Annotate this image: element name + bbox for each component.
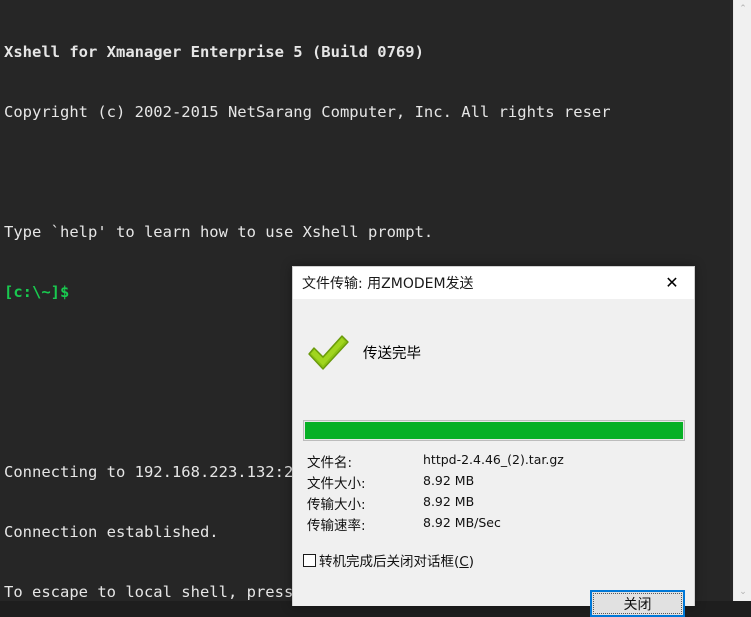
- close-button[interactable]: 关闭: [590, 590, 685, 617]
- terminal-scrollbar[interactable]: ⌃ ⌄: [733, 0, 751, 601]
- detail-value-filesize: 8.92 MB: [423, 473, 475, 488]
- detail-row: 传输速率: 8.92 MB/Sec: [293, 514, 694, 535]
- progress-fill: [305, 422, 683, 439]
- checkbox-label-main: 转机完成后关闭对话框(: [319, 554, 460, 570]
- dialog-titlebar[interactable]: 文件传输: 用ZMODEM发送 ✕: [293, 267, 694, 299]
- close-icon[interactable]: ✕: [650, 267, 694, 298]
- detail-value-transferred: 8.92 MB: [423, 494, 475, 509]
- terminal-line: Xshell for Xmanager Enterprise 5 (Build …: [4, 43, 424, 61]
- detail-label-transferred: 传输大小:: [307, 497, 366, 513]
- terminal-line: Copyright (c) 2002-2015 NetSarang Comput…: [4, 103, 611, 121]
- checkbox-box[interactable]: [303, 553, 316, 567]
- file-transfer-dialog: 文件传输: 用ZMODEM发送 ✕ 传送完毕 文件名: httpd-2.4.46…: [292, 266, 695, 617]
- dialog-body: 传送完毕 文件名: httpd-2.4.46_(2).tar.gz 文件大小: …: [293, 299, 694, 617]
- detail-row: 文件名: httpd-2.4.46_(2).tar.gz: [293, 451, 694, 472]
- close-button-label: 关闭: [593, 593, 682, 614]
- checkbox-label-tail: ): [468, 554, 474, 570]
- detail-row: 文件大小: 8.92 MB: [293, 472, 694, 493]
- detail-label-filesize: 文件大小:: [307, 476, 366, 492]
- scroll-down-icon[interactable]: ⌄: [734, 583, 751, 601]
- transfer-status-text: 传送完毕: [363, 346, 421, 362]
- transfer-progress-bar: [303, 420, 685, 441]
- terminal-line: Type `help' to learn how to use Xshell p…: [4, 223, 434, 241]
- transfer-details: 文件名: httpd-2.4.46_(2).tar.gz 文件大小: 8.92 …: [293, 451, 694, 535]
- scroll-up-icon[interactable]: ⌃: [734, 0, 751, 18]
- detail-row: 传输大小: 8.92 MB: [293, 493, 694, 514]
- dialog-title: 文件传输: 用ZMODEM发送: [302, 276, 474, 292]
- green-check-icon: [304, 331, 352, 375]
- checkbox-label: 转机完成后关闭对话框(C): [319, 550, 474, 570]
- detail-label-speed: 传输速率:: [307, 518, 366, 534]
- auto-close-checkbox[interactable]: 转机完成后关闭对话框(C): [303, 550, 474, 570]
- detail-value-speed: 8.92 MB/Sec: [423, 515, 501, 530]
- detail-value-filename: httpd-2.4.46_(2).tar.gz: [423, 452, 564, 467]
- status-row: 传送完毕: [293, 331, 694, 381]
- checkbox-label-mnemonic: C: [459, 554, 469, 570]
- detail-label-filename: 文件名:: [307, 455, 353, 471]
